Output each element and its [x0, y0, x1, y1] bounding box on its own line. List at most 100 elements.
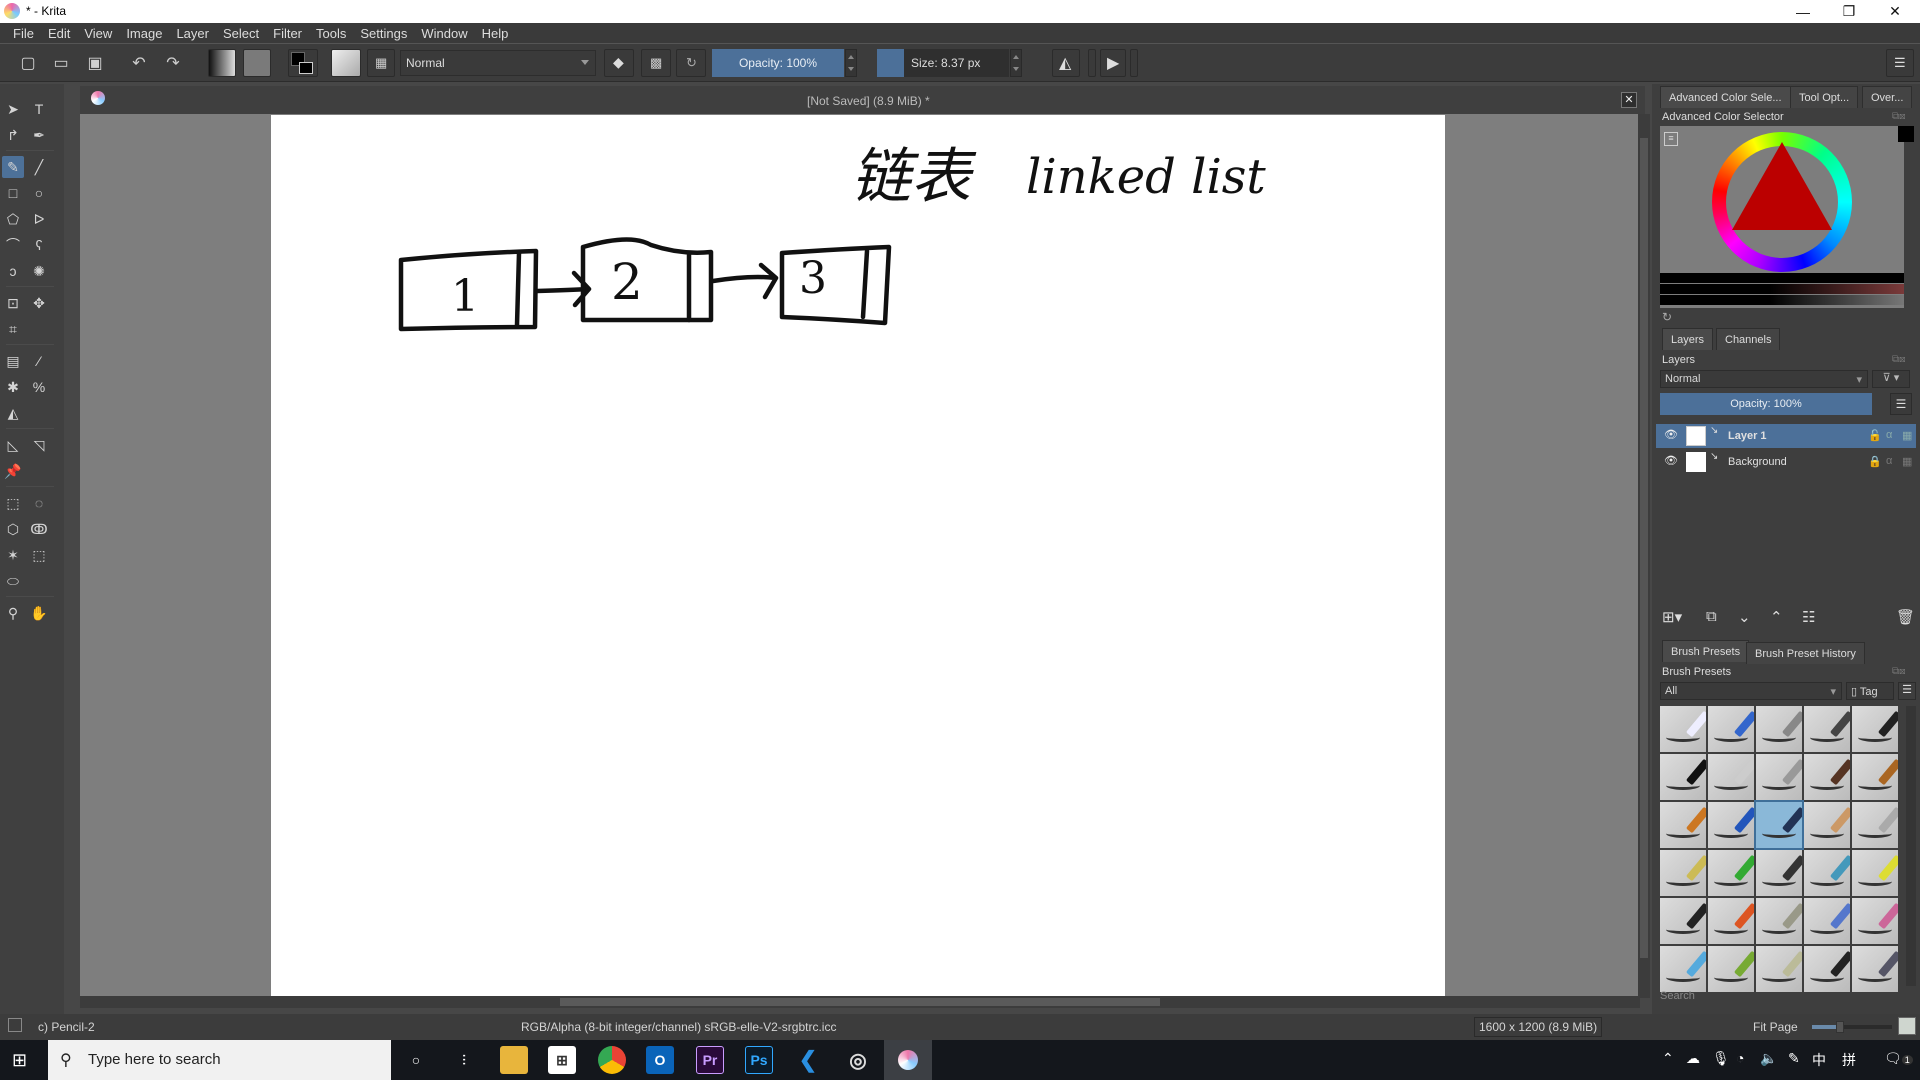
move-layer-up-icon[interactable]: ⌃ — [1770, 608, 1783, 626]
size-spinner[interactable] — [1010, 49, 1022, 77]
fg-bg-color-swatch[interactable] — [288, 49, 318, 77]
polygon-select-tool-icon[interactable]: ⬡ — [2, 518, 24, 540]
brush-preset-tile[interactable] — [1660, 706, 1706, 752]
taskbar-search[interactable]: ⚲ Type here to search — [48, 1040, 391, 1080]
preserve-alpha-icon[interactable]: ▩ — [641, 49, 671, 77]
image-dimensions[interactable]: 1600 x 1200 (8.9 MiB) — [1474, 1017, 1603, 1037]
color-sampler-tool-icon[interactable]: ⁄ — [28, 350, 50, 372]
inherit-alpha-icon[interactable]: ▦ — [1902, 429, 1912, 442]
microphone-icon[interactable]: 🎙 — [1712, 1050, 1730, 1067]
layer-name[interactable]: Layer 1 — [1728, 430, 1767, 442]
brush-preset-tile[interactable] — [1804, 898, 1850, 944]
brush-preset-tile[interactable] — [1756, 946, 1802, 992]
menu-select[interactable]: Select — [216, 26, 266, 41]
edit-shapes-tool-icon[interactable]: ↱ — [2, 124, 24, 146]
gradient-tool-icon[interactable]: ▤ — [2, 350, 24, 372]
menu-tools[interactable]: Tools — [309, 26, 353, 41]
brush-preset-tile[interactable] — [1660, 802, 1706, 848]
brush-grid-scrollbar[interactable] — [1906, 706, 1916, 986]
brush-preset-tile[interactable] — [1804, 850, 1850, 896]
select-shapes-tool-icon[interactable]: ➤ — [2, 98, 24, 120]
ellipse-tool-icon[interactable]: ○ — [28, 182, 50, 204]
color-selector-settings-icon[interactable]: ≡ — [1664, 132, 1678, 146]
visibility-eye-icon[interactable]: 👁 — [1664, 454, 1678, 467]
new-document-icon[interactable]: ▢ — [14, 50, 42, 76]
tab-channels[interactable]: Channels — [1716, 328, 1781, 350]
polygon-tool-icon[interactable]: ⬠ — [2, 208, 24, 230]
gradient-selector[interactable] — [208, 49, 236, 77]
close-document-icon[interactable]: ✕ — [1621, 92, 1637, 108]
ime-language-icon[interactable]: 中 — [1812, 1050, 1826, 1070]
background-color[interactable] — [299, 62, 313, 74]
microsoft-store-icon[interactable]: ⊞ — [548, 1046, 576, 1074]
premiere-pro-icon[interactable]: Pr — [696, 1046, 724, 1074]
menu-help[interactable]: Help — [475, 26, 516, 41]
freehand-select-tool-icon[interactable]: ↂ — [28, 518, 50, 540]
minimize-button[interactable]: — — [1780, 0, 1826, 23]
menu-settings[interactable]: Settings — [353, 26, 414, 41]
menu-image[interactable]: Image — [119, 26, 169, 41]
krita-taskbar-button[interactable] — [884, 1040, 932, 1080]
brush-preset-tile[interactable] — [1708, 850, 1754, 896]
assistant-tool-icon[interactable]: ◺ — [2, 434, 24, 456]
brush-preset-tile[interactable] — [1708, 946, 1754, 992]
line-tool-icon[interactable]: ╱ — [28, 156, 50, 178]
polyline-tool-icon[interactable]: ᐅ — [28, 208, 50, 230]
brush-preset-tile[interactable] — [1852, 850, 1898, 896]
outlook-icon[interactable]: O — [646, 1046, 674, 1074]
brush-docker-controls[interactable]: ⧉⊠ — [1892, 666, 1916, 678]
lock-icon[interactable]: 🔒 — [1868, 455, 1882, 468]
rect-select-tool-icon[interactable]: ⬚ — [2, 492, 24, 514]
brush-preset-tile[interactable] — [1852, 946, 1898, 992]
shade-bar-1[interactable] — [1660, 273, 1904, 283]
brush-preset-tile[interactable] — [1756, 850, 1802, 896]
ellipse-select-tool-icon[interactable]: ◌ — [28, 492, 50, 514]
lock-icon[interactable]: 🔓 — [1868, 429, 1882, 442]
open-folder-icon[interactable]: ▭ — [47, 50, 75, 76]
layer-name[interactable]: Background — [1728, 456, 1787, 468]
freehand-path-tool-icon[interactable]: ʕ — [28, 234, 50, 256]
tab-brush-preset-history[interactable]: Brush Preset History — [1746, 642, 1865, 664]
brush-preset-tile[interactable] — [1660, 898, 1706, 944]
cortana-icon[interactable]: ○ — [402, 1046, 430, 1074]
reference-images-tool-icon[interactable]: 📌 — [2, 460, 24, 482]
mirror-horizontal-icon[interactable]: ◭ — [1052, 49, 1080, 77]
brush-preset-tile[interactable] — [1660, 850, 1706, 896]
brush-settings-icon[interactable]: ▦ — [367, 49, 395, 77]
advanced-color-selector[interactable]: ≡ — [1660, 126, 1904, 308]
wifi-icon[interactable]: ◔ — [1736, 1050, 1744, 1066]
refresh-icon[interactable]: ↻ — [1662, 310, 1672, 324]
brush-preset-tile[interactable] — [1852, 706, 1898, 752]
redo-icon[interactable]: ↷ — [159, 50, 187, 76]
mirror-v-dropdown[interactable] — [1130, 49, 1138, 77]
brush-preset-button[interactable] — [331, 49, 361, 77]
visibility-eye-icon[interactable]: 👁 — [1664, 428, 1678, 441]
add-layer-icon[interactable]: ⊞▾ — [1662, 608, 1682, 626]
brush-preset-tile[interactable] — [1660, 754, 1706, 800]
layer-opacity-slider[interactable]: Opacity: 100% — [1660, 393, 1872, 415]
brush-preset-tile[interactable] — [1756, 706, 1802, 752]
obs-icon[interactable]: ◎ — [844, 1046, 872, 1074]
brush-preset-tile[interactable] — [1660, 946, 1706, 992]
move-layer-down-icon[interactable]: ⌄ — [1738, 608, 1751, 626]
brush-preset-tile[interactable] — [1804, 706, 1850, 752]
zoom-tool-icon[interactable]: ⚲ — [2, 602, 24, 624]
mirror-vertical-icon[interactable]: ▶ — [1100, 49, 1126, 77]
tab-layers[interactable]: Layers — [1662, 328, 1714, 350]
menu-edit[interactable]: Edit — [41, 26, 77, 41]
close-button[interactable]: ✕ — [1872, 0, 1918, 23]
vscode-icon[interactable]: ❮ — [794, 1046, 822, 1074]
horizontal-scrollbar[interactable] — [80, 996, 1640, 1008]
tag-button[interactable]: ▯ Tag — [1846, 682, 1894, 700]
smart-patch-tool-icon[interactable]: % — [28, 376, 50, 398]
contiguous-select-tool-icon[interactable]: ✶ — [2, 544, 24, 566]
maximize-button[interactable]: ❐ — [1826, 0, 1872, 23]
bezier-tool-icon[interactable]: ⌒ — [2, 234, 24, 256]
eraser-mode-icon[interactable]: ◆ — [604, 49, 634, 77]
reload-preset-icon[interactable]: ↻ — [676, 49, 706, 77]
layer-properties-icon[interactable]: ☰ — [1890, 393, 1912, 415]
transform-tool-icon[interactable]: ⊡ — [2, 292, 24, 314]
tab-overview[interactable]: Over... — [1862, 86, 1913, 108]
delete-layer-icon[interactable]: 🗑 — [1896, 608, 1915, 626]
layer-row[interactable]: 👁 ↘ Layer 1 🔓 α ▦ — [1656, 424, 1916, 448]
